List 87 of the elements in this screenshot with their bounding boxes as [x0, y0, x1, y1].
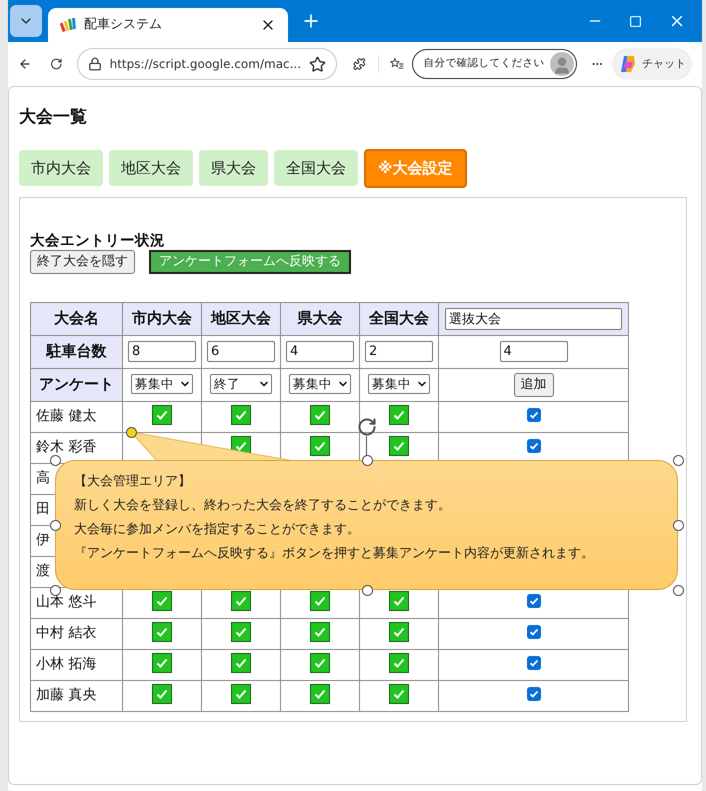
header-cell: 市内大会 [122, 302, 202, 335]
colorful-app-icon [60, 18, 76, 32]
checked-checkbox[interactable] [526, 687, 540, 701]
callout-text: 『アンケートフォームへ反映する』ボタンを押すと募集アンケート内容が更新されます。 [74, 545, 595, 563]
checked-checkbox[interactable] [389, 590, 409, 610]
checked-checkbox[interactable] [526, 594, 540, 608]
puzzle-icon[interactable] [353, 55, 366, 73]
lock-icon [88, 57, 102, 71]
member-name: 山本 悠斗 [36, 594, 96, 610]
member-name: 中村 結衣 [36, 625, 96, 641]
checkmark-icon [528, 410, 538, 420]
status-select[interactable]: 募集中 [289, 374, 351, 394]
checked-checkbox[interactable] [389, 684, 409, 704]
checked-checkbox[interactable] [231, 404, 251, 424]
checked-checkbox[interactable] [389, 652, 409, 672]
checked-checkbox[interactable] [152, 652, 172, 672]
checked-checkbox[interactable] [310, 622, 330, 642]
add-button[interactable]: 追加 [514, 372, 554, 396]
profile-button[interactable]: 自分で確認してください [412, 49, 578, 79]
tournament-name-field[interactable]: 選抜大会 [445, 308, 622, 330]
checked-checkbox[interactable] [231, 622, 251, 642]
member-name: 佐藤 健太 [36, 408, 96, 424]
member-name: 田 [36, 501, 50, 517]
checked-checkbox[interactable] [310, 652, 330, 672]
maximize-icon[interactable] [629, 14, 642, 28]
header-cell: 地区大会 [202, 302, 280, 335]
address-bar[interactable]: https://script.google.com/mac... [76, 48, 338, 80]
checkmark-icon [528, 441, 538, 451]
member-name: 伊 [36, 532, 50, 548]
callout-text: 大会毎に参加メンバを指定することができます。 [74, 521, 361, 539]
checked-checkbox[interactable] [152, 404, 172, 424]
parking-count-field[interactable]: 4 [500, 341, 568, 362]
checked-checkbox[interactable] [310, 590, 330, 610]
chat-button[interactable]: チャット [612, 48, 692, 80]
member-name: 高 [36, 470, 50, 486]
header-cell: 大会名 [30, 302, 122, 335]
tab-title: 配車システム [84, 16, 163, 34]
browser-tab[interactable]: 配車システム [48, 8, 288, 42]
parking-count-field[interactable]: 8 [128, 341, 196, 362]
tournament-tab[interactable]: 全国大会 [274, 150, 358, 186]
tournament-tab[interactable]: 県大会 [199, 150, 268, 186]
callout-text: 新しく大会を登録し、終わった大会を終了することができます。 [74, 497, 452, 515]
header-cell: 駐車台数 [30, 335, 122, 368]
hide-button[interactable]: 終了大会を隠す [30, 250, 135, 274]
member-name: 加藤 真央 [36, 687, 96, 703]
avatar-icon [550, 52, 574, 76]
checked-checkbox[interactable] [526, 408, 540, 422]
page-heading: 大会一覧 [19, 106, 88, 129]
checked-checkbox[interactable] [231, 652, 251, 672]
checked-checkbox[interactable] [389, 622, 409, 642]
checkmark-icon [528, 689, 538, 699]
parking-count-field[interactable]: 2 [365, 341, 433, 362]
checked-checkbox[interactable] [310, 684, 330, 704]
checkmark-icon [528, 627, 538, 637]
checked-checkbox[interactable] [526, 656, 540, 670]
parking-count-field[interactable]: 4 [286, 341, 354, 362]
section-title: 大会エントリー状況 [30, 232, 166, 250]
checkmark-icon [528, 658, 538, 668]
member-name: 小林 拓海 [36, 656, 96, 672]
checked-checkbox[interactable] [389, 436, 409, 456]
checked-checkbox[interactable] [526, 439, 540, 453]
checked-checkbox[interactable] [526, 625, 540, 639]
checkmark-icon [528, 596, 538, 606]
tab-list-button[interactable] [10, 5, 42, 37]
url-text: https://script.google.com/mac... [110, 56, 302, 73]
checked-checkbox[interactable] [152, 622, 172, 642]
header-cell: 全国大会 [360, 302, 438, 335]
checked-checkbox[interactable] [389, 404, 409, 424]
header-cell: アンケート [30, 368, 122, 401]
status-select[interactable]: 終了 [210, 374, 272, 394]
status-select[interactable]: 募集中 [368, 374, 430, 394]
checked-checkbox[interactable] [152, 590, 172, 610]
parking-count-field[interactable]: 6 [207, 341, 275, 362]
member-name: 鈴木 彩香 [36, 439, 96, 455]
header-cell: 県大会 [280, 302, 360, 335]
checked-checkbox[interactable] [310, 404, 330, 424]
checked-checkbox[interactable] [310, 436, 330, 456]
callout-title: 【大会管理エリア】 [74, 473, 192, 491]
status-select[interactable]: 募集中 [131, 374, 193, 394]
rotate-icon[interactable] [357, 417, 377, 437]
member-name: 渡 [36, 563, 50, 579]
tournament-tab[interactable]: 市内大会 [19, 150, 103, 186]
checked-checkbox[interactable] [231, 590, 251, 610]
checked-checkbox[interactable] [231, 684, 251, 704]
star-icon[interactable] [309, 56, 326, 72]
checked-checkbox[interactable] [152, 684, 172, 704]
tournament-tab[interactable]: 地区大会 [109, 150, 193, 186]
